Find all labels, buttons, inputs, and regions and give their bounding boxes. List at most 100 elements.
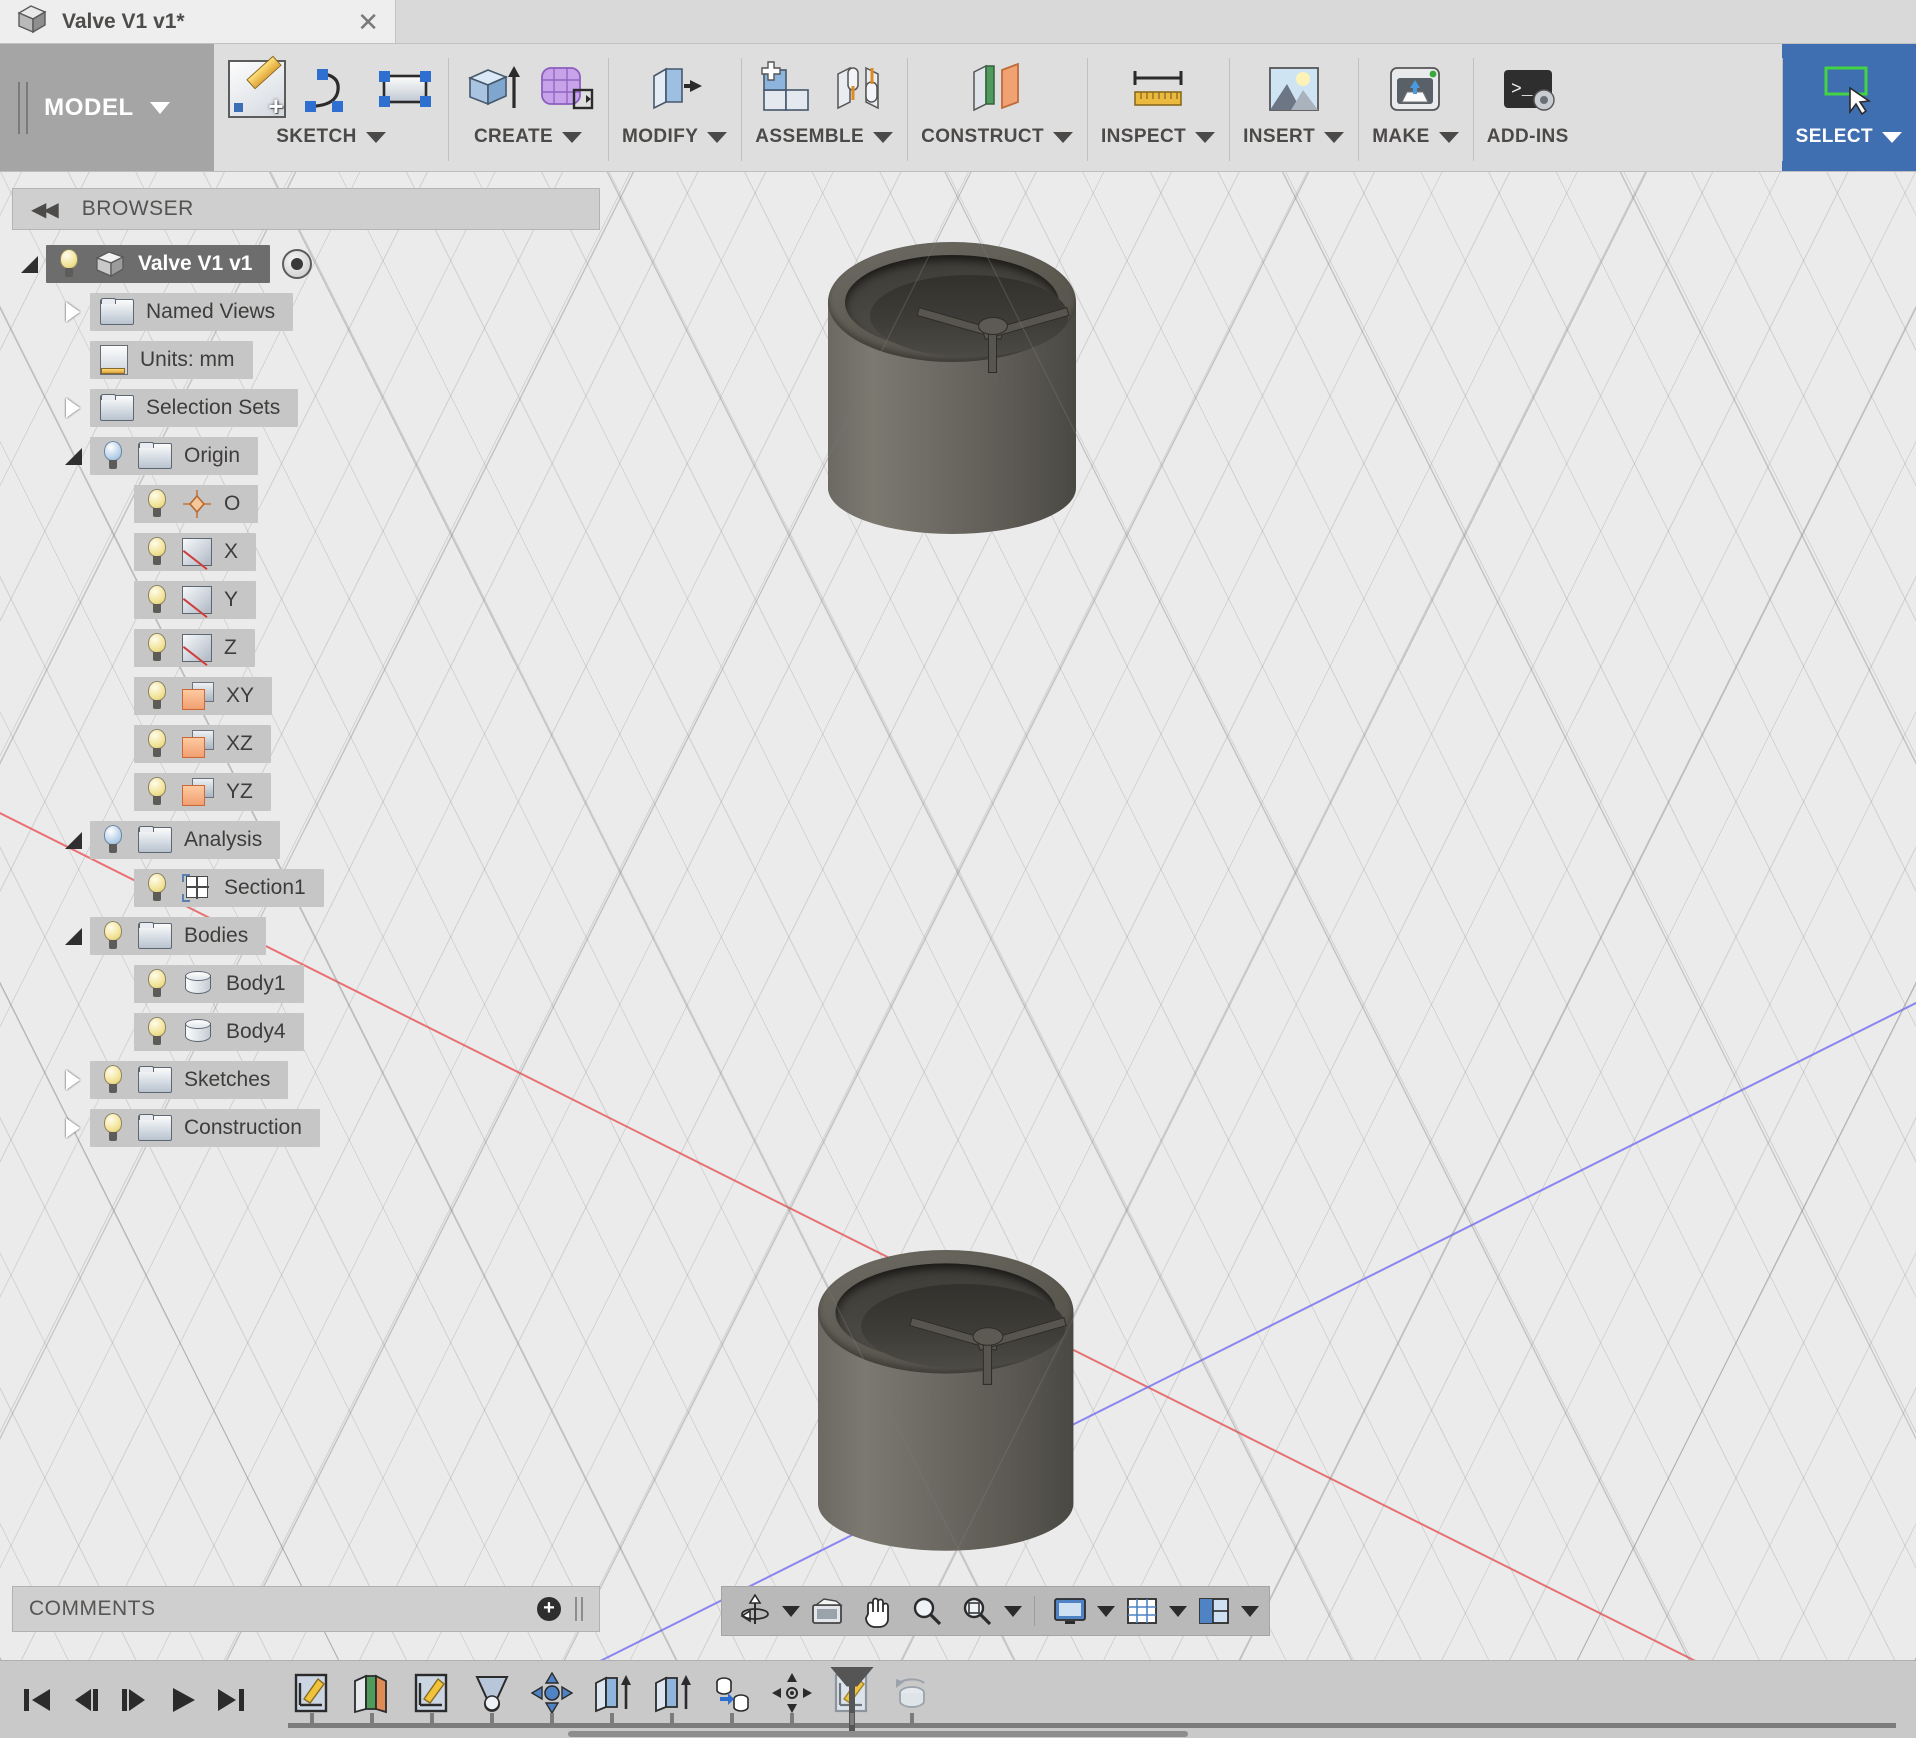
- display-settings-icon[interactable]: [1047, 1591, 1093, 1631]
- ribbon-group-label-assemble[interactable]: ASSEMBLE: [755, 126, 894, 148]
- visibility-bulb-icon[interactable]: [144, 777, 170, 807]
- tree-item-body4[interactable]: Body4: [134, 1013, 304, 1051]
- tree-item-body1[interactable]: Body1: [134, 965, 304, 1003]
- tree-item-valve-v1-v1[interactable]: Valve V1 v1: [46, 245, 271, 283]
- 3d-print-icon[interactable]: [1386, 60, 1444, 118]
- tree-row[interactable]: Construction: [12, 1104, 600, 1152]
- offset-plane-icon[interactable]: [968, 60, 1026, 118]
- tree-row[interactable]: Selection Sets: [12, 384, 600, 432]
- tree-item-section1[interactable]: Section1: [134, 869, 324, 907]
- tree-row[interactable]: Section1: [12, 864, 600, 912]
- tree-item-units-mm[interactable]: Units: mm: [90, 341, 253, 379]
- display-dropdown-caret[interactable]: [1097, 1605, 1115, 1617]
- tree-item-bodies[interactable]: Bodies: [90, 917, 267, 955]
- comments-panel[interactable]: COMMENTS +: [12, 1586, 600, 1632]
- zoom-window-icon[interactable]: [954, 1591, 1000, 1631]
- insert-image-icon[interactable]: [1265, 60, 1323, 118]
- tree-item-construction[interactable]: Construction: [90, 1109, 320, 1147]
- visibility-bulb-icon[interactable]: [144, 1017, 170, 1047]
- visibility-bulb-icon[interactable]: [100, 441, 126, 471]
- tree-row[interactable]: Named Views: [12, 288, 600, 336]
- tree-row[interactable]: XY: [12, 672, 600, 720]
- joint-icon[interactable]: [832, 60, 890, 118]
- visibility-bulb-icon[interactable]: [144, 585, 170, 615]
- select-window-icon[interactable]: [1820, 60, 1878, 118]
- activate-component-radio[interactable]: [282, 249, 313, 279]
- sketch-feature-icon[interactable]: [410, 1671, 454, 1715]
- tree-item-selection-sets[interactable]: Selection Sets: [90, 389, 299, 427]
- grid-dropdown-caret[interactable]: [1169, 1605, 1187, 1617]
- ribbon-group-label-modify[interactable]: MODIFY: [622, 126, 728, 148]
- play-icon[interactable]: [165, 1680, 199, 1720]
- tree-row[interactable]: Sketches: [12, 1056, 600, 1104]
- step-forward-icon[interactable]: [117, 1680, 151, 1720]
- tree-twisty-closed-icon[interactable]: [56, 302, 90, 322]
- press-pull-icon[interactable]: [646, 60, 704, 118]
- tree-item-o[interactable]: O: [134, 485, 259, 523]
- tree-row[interactable]: Origin: [12, 432, 600, 480]
- ribbon-group-label-addins[interactable]: ADD-INS: [1487, 126, 1569, 148]
- tree-twisty-closed-icon[interactable]: [56, 1070, 90, 1090]
- visibility-bulb-icon[interactable]: [100, 1065, 126, 1095]
- zoom-icon[interactable]: [904, 1591, 950, 1631]
- tree-row[interactable]: Body1: [12, 960, 600, 1008]
- extrude-feature-icon[interactable]: [590, 1671, 634, 1715]
- tree-twisty-open-icon[interactable]: [56, 927, 90, 945]
- visibility-bulb-icon[interactable]: [144, 633, 170, 663]
- tree-item-analysis[interactable]: Analysis: [90, 821, 281, 859]
- collapse-panel-icon[interactable]: ◀◀: [31, 197, 59, 222]
- scripts-addins-icon[interactable]: >_: [1499, 60, 1557, 118]
- timeline-track[interactable]: [268, 1661, 1916, 1738]
- tree-item-xy[interactable]: XY: [134, 677, 273, 715]
- create-sketch-icon[interactable]: +: [228, 60, 286, 119]
- look-at-icon[interactable]: [804, 1591, 850, 1631]
- orbit-icon[interactable]: [732, 1591, 778, 1631]
- move-feature-icon[interactable]: [530, 1671, 574, 1715]
- visibility-bulb-icon[interactable]: [144, 729, 170, 759]
- viewports-dropdown-caret[interactable]: [1241, 1605, 1259, 1617]
- tree-row[interactable]: Y: [12, 576, 600, 624]
- tree-row[interactable]: Analysis: [12, 816, 600, 864]
- tree-item-xz[interactable]: XZ: [134, 725, 271, 763]
- close-icon[interactable]: ✕: [357, 9, 379, 35]
- measure-icon[interactable]: [1129, 60, 1187, 118]
- visibility-bulb-icon[interactable]: [56, 249, 82, 279]
- visibility-bulb-icon[interactable]: [144, 537, 170, 567]
- material-feature-icon[interactable]: [350, 1671, 394, 1715]
- valve-body-upper[interactable]: [828, 242, 1076, 542]
- rectangle-icon[interactable]: [376, 60, 434, 118]
- pan-icon[interactable]: [854, 1591, 900, 1631]
- tree-twisty-closed-icon[interactable]: [56, 398, 90, 418]
- visibility-bulb-icon[interactable]: [100, 1113, 126, 1143]
- viewports-icon[interactable]: [1191, 1591, 1237, 1631]
- tree-row[interactable]: X: [12, 528, 600, 576]
- grid-snaps-icon[interactable]: [1119, 1591, 1165, 1631]
- ribbon-group-label-inspect[interactable]: INSPECT: [1101, 126, 1216, 148]
- copy-paste-feature-icon[interactable]: [710, 1671, 754, 1715]
- extrude-icon[interactable]: [462, 60, 520, 118]
- tree-row[interactable]: Units: mm: [12, 336, 600, 384]
- tree-item-y[interactable]: Y: [134, 581, 257, 619]
- tree-twisty-open-icon[interactable]: [56, 831, 90, 849]
- timeline-scrollbar[interactable]: [568, 1730, 1188, 1737]
- tree-row[interactable]: Body4: [12, 1008, 600, 1056]
- go-to-beginning-icon[interactable]: [20, 1680, 54, 1720]
- tree-row[interactable]: XZ: [12, 720, 600, 768]
- orbit-dropdown-caret[interactable]: [782, 1605, 800, 1617]
- visibility-bulb-icon[interactable]: [100, 921, 126, 951]
- visibility-bulb-icon[interactable]: [144, 681, 170, 711]
- form-icon[interactable]: [536, 60, 594, 118]
- tree-row[interactable]: YZ: [12, 768, 600, 816]
- document-tab[interactable]: Valve V1 v1* ✕: [0, 0, 396, 44]
- go-to-end-icon[interactable]: [214, 1680, 248, 1720]
- tree-row[interactable]: O: [12, 480, 600, 528]
- ribbon-group-label-select[interactable]: SELECT: [1796, 126, 1902, 148]
- sketch-feature-icon[interactable]: [290, 1671, 334, 1715]
- ribbon-group-label-make[interactable]: MAKE: [1372, 126, 1459, 148]
- sketch-feature-icon[interactable]: [830, 1671, 874, 1715]
- add-comment-icon[interactable]: +: [537, 1597, 561, 1621]
- tree-twisty-open-icon[interactable]: [12, 255, 46, 273]
- ribbon-group-label-create[interactable]: CREATE: [474, 126, 583, 148]
- align-feature-icon[interactable]: [770, 1671, 814, 1715]
- visibility-bulb-icon[interactable]: [144, 873, 170, 903]
